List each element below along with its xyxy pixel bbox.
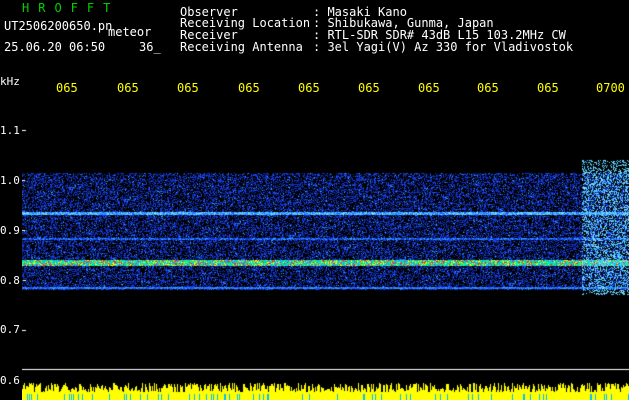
x-tick: 065 [477,81,499,95]
y-tick: 0.6 [0,374,20,387]
y-tick: 0.7 [0,323,20,336]
x-tick: 065 [56,81,78,95]
x-tick: 065 [537,81,559,95]
x-tick: 065 [418,81,440,95]
meteor-count: 36_ [139,40,161,54]
y-tick: 0.9 [0,224,20,237]
y-tick: 0.8 [0,274,20,287]
y-tick: 1.1 [0,124,20,137]
spectrogram [22,95,629,380]
antenna-label: Receiving Antenna [180,40,303,54]
date-time: 25.06.20 06:50 [4,40,106,54]
x-tick: 065 [358,81,380,95]
x-tick: 065 [238,81,260,95]
x-tick: 0700 [596,81,625,95]
y-axis-unit: kHz [0,75,20,88]
y-tick: 1.0 [0,174,20,187]
mode-tag: meteor [108,25,152,39]
signal-level-bar [22,380,629,400]
x-tick: 065 [177,81,199,95]
file-name: UT2506200650.pn [4,19,113,33]
x-tick: 065 [298,81,320,95]
x-tick: 065 [117,81,139,95]
app-title: HROFFT [22,1,120,15]
antenna-value: : 3el Yagi(V) Az 330 for Vladivostok [313,40,574,54]
